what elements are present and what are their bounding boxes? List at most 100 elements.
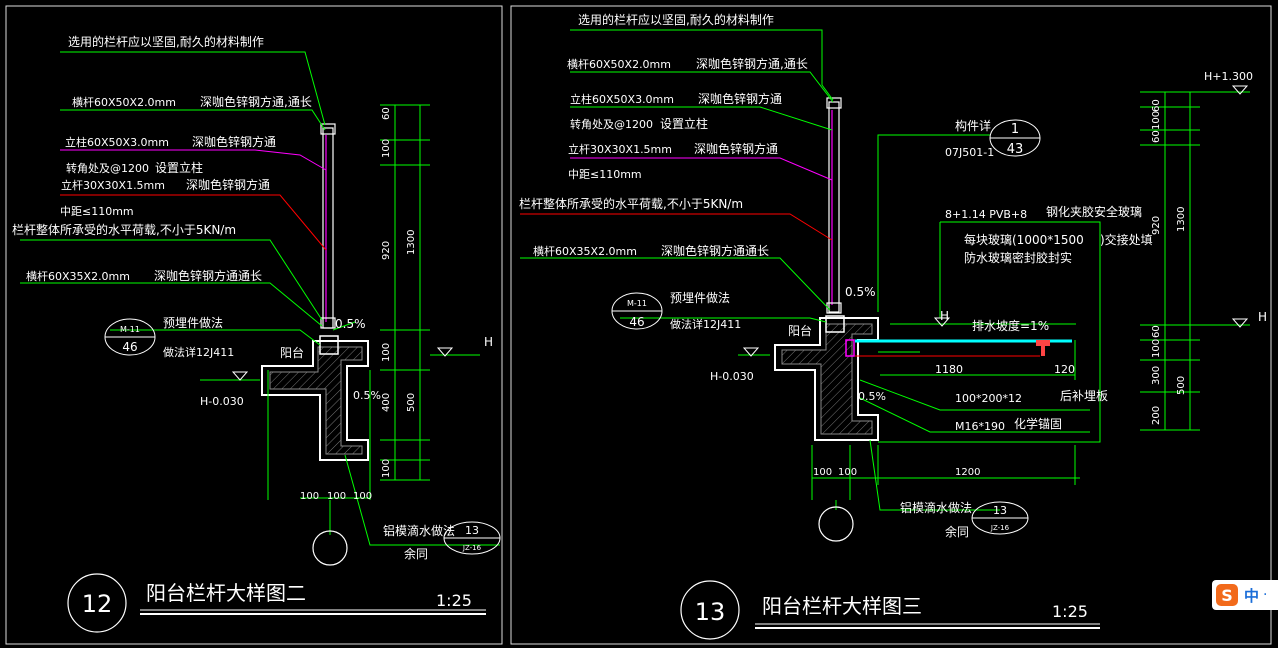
note-corner-note: 设置立柱	[660, 116, 708, 131]
dim-v-4: 920	[1151, 216, 1162, 235]
note-post-small: 立杆30X30X1.5mm	[568, 142, 672, 156]
note-slope-side: 0.5%	[353, 389, 381, 402]
m11-ref-top: M-11	[627, 299, 647, 308]
detail-drawing-13: M-11 46 13 JZ-16 1 43 选用的栏杆应以坚固,耐久的材料制作 …	[519, 12, 1267, 640]
dim-v-6: 60	[1151, 325, 1162, 338]
note-glass-spec: 8+1.14 PVB+8	[945, 208, 1027, 221]
note-level-h1: H	[940, 309, 949, 323]
note-balcony: 阳台	[280, 345, 304, 360]
dim-h-1: 100	[813, 467, 832, 478]
note-plate: 100*200*12	[955, 392, 1022, 405]
note-drip: 铝模滴水做法	[383, 523, 455, 538]
note-drip: 铝模滴水做法	[900, 500, 972, 515]
note-embed-ref: 做法详12J411	[670, 317, 741, 331]
note-level: H-0.030	[710, 370, 754, 383]
note-anchor-note: 化学锚固	[1014, 416, 1062, 431]
note-balcony: 阳台	[788, 323, 812, 338]
drawing-title-12: 阳台栏杆大样图二	[146, 581, 306, 605]
note-rail-bottom-finish: 深咖色锌钢方通通长	[661, 243, 769, 258]
note-post-main: 立柱60X50X3.0mm	[570, 92, 674, 106]
note-corner: 转角处及@1200	[66, 161, 149, 175]
note-post-small-finish: 深咖色锌钢方通	[186, 177, 270, 192]
dim-v-10: 200	[1151, 406, 1162, 425]
level-marker-12	[231, 371, 249, 381]
note-rail-bottom-finish: 深咖色锌钢方通通长	[154, 268, 262, 283]
dim-v-8: 300	[1151, 366, 1162, 385]
note-slope-top: 0.5%	[845, 285, 876, 299]
note-plate-note: 后补埋板	[1060, 389, 1108, 403]
detail-ref-component: 1 43	[989, 119, 1041, 157]
dim-h-2: 100	[838, 467, 857, 478]
dim-v-7: 100	[1151, 339, 1162, 358]
comp-ref-bottom: 43	[1007, 142, 1024, 157]
ime-toolbar[interactable]: S 中 ·	[1212, 580, 1278, 610]
comp-ref-top: 1	[1011, 122, 1019, 137]
dim-v-3: 60	[1151, 130, 1162, 143]
drawing-scale-12: 1:25	[436, 591, 472, 610]
detail-ref-m11-13: M-11 46	[611, 292, 663, 330]
note-drip-same: 余同	[945, 524, 969, 539]
sogou-logo-icon[interactable]: S	[1216, 584, 1238, 606]
note-post-main-finish: 深咖色锌钢方通	[698, 91, 782, 106]
note-component-ref: 07J501-1	[945, 146, 994, 159]
drawing-number-13: 13	[695, 598, 726, 626]
note-load: 栏杆整体所承受的水平荷载,不小于5KN/m	[519, 196, 743, 211]
drip-detail-circle	[818, 506, 854, 542]
note-post-small-finish: 深咖色锌钢方通	[694, 141, 778, 156]
dim-h-3: 100	[353, 491, 372, 502]
note-spacing: 中距≤110mm	[60, 205, 134, 218]
note-embed: 预埋件做法	[670, 290, 730, 305]
note-glass-joint: )交接处填	[1100, 232, 1153, 247]
note-corner: 转角处及@1200	[570, 117, 653, 131]
m11-ref-bottom: 46	[122, 340, 137, 354]
jz-ref-top: 13	[993, 504, 1007, 517]
note-slope-top: 0.5%	[335, 317, 366, 331]
dim-v-1: 60	[381, 107, 392, 120]
note-dim-120: 120	[1054, 363, 1075, 376]
railing-13	[826, 97, 842, 314]
dim-h-3: 1200	[955, 467, 980, 478]
note-drain: 排水坡度=1%	[972, 318, 1049, 333]
note-load: 栏杆整体所承受的水平荷载,不小于5KN/m	[12, 222, 236, 237]
note-drip-same: 余同	[404, 546, 428, 561]
note-glass-size: 每块玻璃(1000*1500	[964, 232, 1084, 247]
m11-ref-bottom: 46	[629, 315, 644, 329]
glass-support-icon	[1036, 340, 1050, 356]
note-rail-bottom: 横杆60X35X2.0mm	[533, 244, 637, 258]
jz-ref-top: 13	[465, 524, 479, 537]
detail-ref-m11-12: M-11 46	[104, 318, 156, 356]
note-rail-top-finish: 深咖色锌钢方通,通长	[696, 56, 808, 71]
note-anchor: M16*190	[955, 420, 1005, 433]
dims-vertical-13: 60 100 60 920 1300 60 100 300 500 200	[1151, 99, 1187, 425]
cad-drawing-canvas[interactable]: M-11 46 13 JZ-16 选用的栏杆应以坚固,耐久的材料制作 横杆60X…	[0, 0, 1278, 648]
note-corner-note: 设置立柱	[155, 160, 203, 175]
note-slope-side: 0.5%	[858, 390, 886, 403]
dim-v-1: 60	[1151, 99, 1162, 112]
note-glass-type: 钢化夹胶安全玻璃	[1046, 204, 1142, 219]
note-level: H-0.030	[200, 395, 244, 408]
note-embed: 预埋件做法	[163, 315, 223, 330]
dim-v-4: 1300	[406, 230, 417, 255]
drawing-number-12: 12	[82, 590, 113, 618]
dim-v-5: 100	[381, 343, 392, 362]
drip-detail-circle	[312, 530, 348, 566]
note-post-small: 立杆30X30X1.5mm	[61, 178, 165, 192]
note-rail-top: 横杆60X50X2.0mm	[567, 57, 671, 71]
railing-post-main	[322, 127, 334, 329]
drawing-scale-13: 1:25	[1052, 602, 1088, 621]
note-post-main-finish: 深咖色锌钢方通	[192, 134, 276, 149]
note-level-top: H+1.300	[1204, 70, 1253, 83]
note-component: 构件详	[955, 118, 991, 133]
leaders-12	[20, 51, 500, 546]
note-material: 选用的栏杆应以坚固,耐久的材料制作	[68, 34, 264, 49]
ime-punct-toggle[interactable]: ·	[1263, 587, 1267, 603]
ime-mode-toggle[interactable]: 中	[1244, 585, 1259, 606]
dim-v-3: 920	[381, 241, 392, 260]
dim-h-1: 100	[300, 491, 319, 502]
detail-ref-jz16-13: 13 JZ-16	[971, 501, 1029, 535]
note-embed-ref: 做法详12J411	[163, 345, 234, 359]
notes-13: 选用的栏杆应以坚固,耐久的材料制作 横杆60X50X2.0mm 深咖色锌钢方通,…	[519, 12, 1267, 539]
dim-v-9: 500	[1176, 376, 1187, 395]
note-level-h: H	[484, 335, 493, 349]
dims-vertical-12: 60 100 920 1300 100 400 500 100	[381, 107, 417, 478]
